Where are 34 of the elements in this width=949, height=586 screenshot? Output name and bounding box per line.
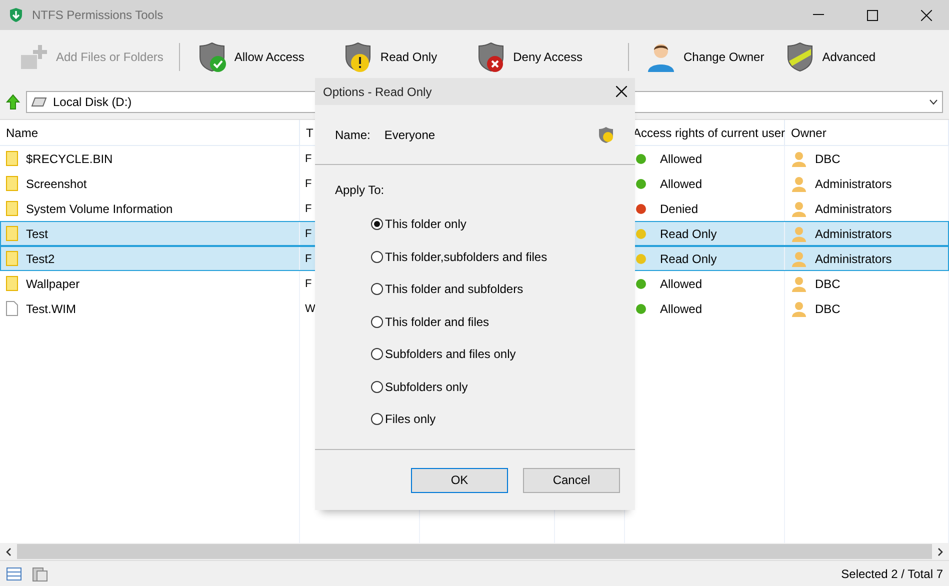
- access-rights: Denied: [660, 202, 698, 216]
- table-cell: F: [305, 152, 312, 164]
- owner-name: DBC: [815, 302, 840, 316]
- owner-name: Administrators: [815, 226, 892, 240]
- owner-name: DBC: [815, 152, 840, 166]
- file-name: Test2: [26, 252, 55, 266]
- apply-to-label: Apply To:: [335, 183, 386, 197]
- window-title: NTFS Permissions Tools: [32, 8, 164, 22]
- name-value: Everyone: [384, 128, 436, 142]
- table-cell: F: [305, 228, 312, 240]
- owner-name: Administrators: [815, 202, 892, 216]
- status-text: Selected 2 / Total 7: [841, 566, 943, 580]
- access-rights: Allowed: [660, 176, 702, 190]
- table-cell: F: [305, 202, 312, 214]
- access-rights: Read Only: [660, 252, 717, 266]
- access-rights: Allowed: [660, 276, 702, 290]
- table-cell: W: [305, 302, 316, 314]
- dialog-title: Options - Read Only: [323, 84, 433, 98]
- access-rights: Allowed: [660, 152, 702, 166]
- owner-name: Administrators: [815, 252, 892, 266]
- file-name: Screenshot: [26, 176, 87, 190]
- name-label: Name:: [335, 128, 370, 142]
- file-name: System Volume Information: [26, 202, 173, 216]
- file-name: $RECYCLE.BIN: [26, 152, 113, 166]
- file-name: Test.WIM: [26, 302, 76, 316]
- table-cell: F: [305, 178, 312, 190]
- table-cell: F: [305, 252, 312, 264]
- access-rights: Allowed: [660, 302, 702, 316]
- file-name: Test: [26, 226, 48, 240]
- access-rights: Read Only: [660, 226, 717, 240]
- file-name: Wallpaper: [26, 276, 80, 290]
- owner-name: DBC: [815, 276, 840, 290]
- owner-name: Administrators: [815, 176, 892, 190]
- table-cell: F: [305, 278, 312, 290]
